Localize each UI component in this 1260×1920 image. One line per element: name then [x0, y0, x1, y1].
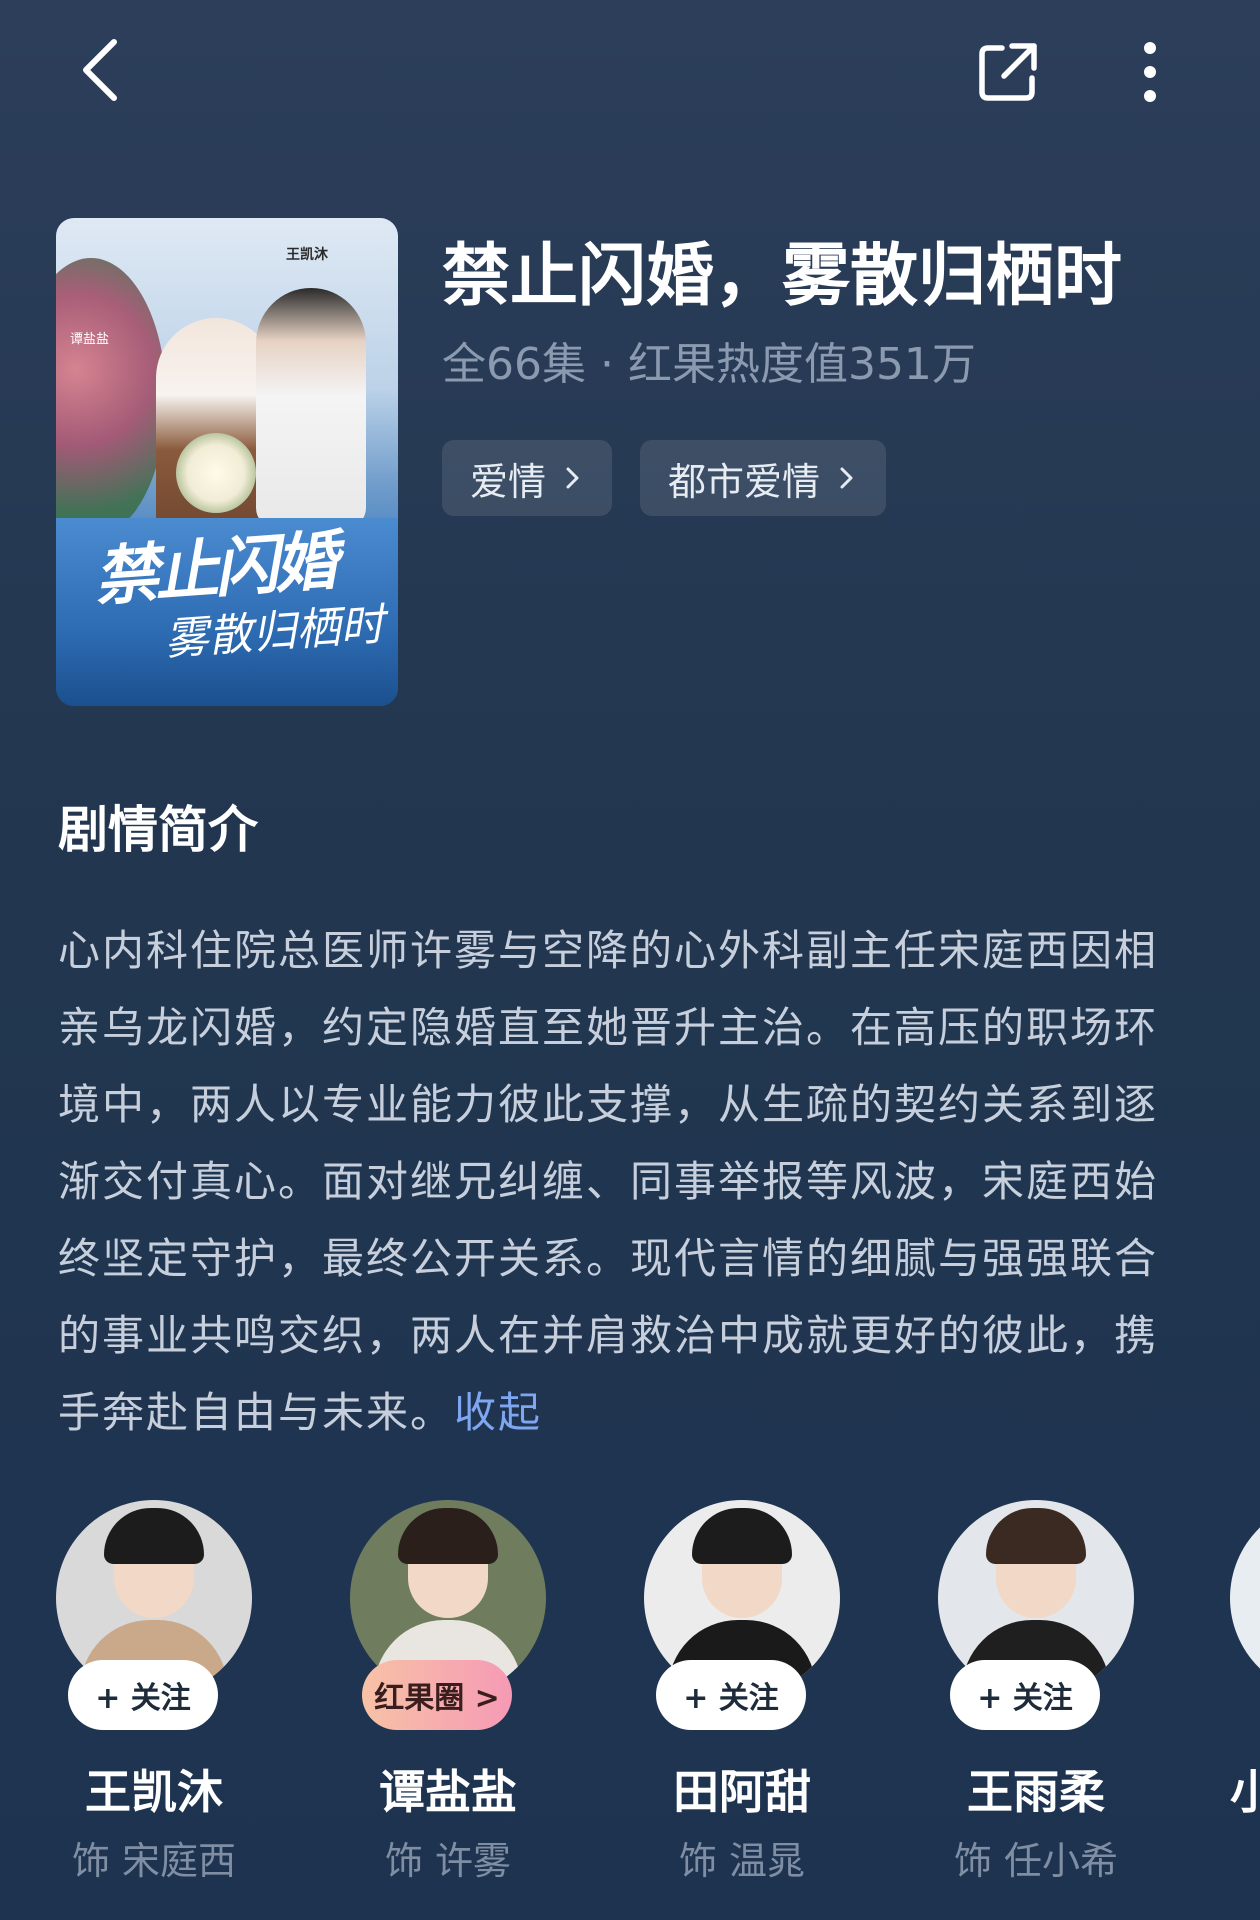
- follow-button[interactable]: + 关注: [950, 1660, 1100, 1730]
- tag-urban-romance[interactable]: 都市爱情: [640, 440, 887, 516]
- cast-member[interactable]: + 关注 王雨柔 饰 任小希: [926, 1500, 1146, 1883]
- cast-member[interactable]: + 关注 王凯沐 饰 宋庭西: [44, 1500, 264, 1883]
- synopsis-body: 心内科住院总医师许雾与空降的心外科副主任宋庭西因相亲乌龙闪婚，约定隐婚直至她晋升…: [58, 926, 1159, 1437]
- top-bar: [0, 0, 1260, 140]
- cast-list: + 关注 王凯沐 饰 宋庭西 红果圈 > 谭盐盐 饰 许雾 + 关注 田阿甜 饰…: [0, 1500, 1260, 1900]
- hongguo-circle-button[interactable]: 红果圈 >: [362, 1660, 512, 1730]
- show-meta: 全66集 · 红果热度值351万: [442, 339, 976, 390]
- synopsis-heading: 剧情简介: [58, 801, 258, 859]
- poster-cast-left: 谭盐盐: [70, 332, 110, 347]
- cast-role: 饰 许雾: [384, 1839, 512, 1883]
- share-icon: [979, 43, 1037, 101]
- chevron-right-icon: [840, 467, 853, 489]
- cast-role: 饰 宋庭西: [71, 1839, 237, 1883]
- collapse-link[interactable]: 收起: [454, 1388, 542, 1437]
- cast-role: 饰 温晁: [678, 1839, 806, 1883]
- genre-tags: 爱情 都市爱情: [442, 440, 887, 516]
- cast-role: 饰 任小希: [953, 1839, 1119, 1883]
- cast-member[interactable]: + 关注 田阿甜 饰 温晁: [632, 1500, 852, 1883]
- chevron-left-icon: [83, 39, 117, 101]
- cast-name: 王雨柔: [967, 1765, 1105, 1819]
- more-button[interactable]: [1120, 32, 1180, 112]
- show-poster[interactable]: 王凯沐 谭盐盐 禁止闪婚 雾散归栖时: [56, 218, 398, 706]
- poster-flowers: [56, 258, 166, 538]
- more-vertical-icon: [1144, 42, 1156, 102]
- tag-label: 都市爱情: [668, 459, 821, 504]
- synopsis-text: 心内科住院总医师许雾与空降的心外科副主任宋庭西因相亲乌龙闪婚，约定隐婚直至她晋升…: [58, 912, 1188, 1451]
- tag-romance[interactable]: 爱情: [442, 440, 613, 516]
- poster-bouquet: [176, 433, 256, 513]
- cast-member[interactable]: 红果圈 > 谭盐盐 饰 许雾: [338, 1500, 558, 1883]
- cast-name: 谭盐盐: [379, 1765, 517, 1819]
- follow-button[interactable]: + 关注: [656, 1660, 806, 1730]
- chevron-right-icon: [566, 467, 579, 489]
- cast-name: 田阿甜: [673, 1765, 811, 1819]
- tag-label: 爱情: [470, 459, 547, 504]
- cast-name-partial: 小: [1230, 1765, 1260, 1819]
- poster-actor: [256, 288, 366, 528]
- show-title: 禁止闪婚，雾散归栖时: [442, 237, 1123, 316]
- back-button[interactable]: [60, 30, 140, 110]
- share-button[interactable]: [968, 32, 1048, 112]
- follow-button[interactable]: + 关注: [68, 1660, 218, 1730]
- avatar-partial[interactable]: [1230, 1500, 1260, 1696]
- poster-cast-top: 王凯沐: [286, 247, 328, 263]
- cast-name: 王凯沐: [85, 1765, 223, 1819]
